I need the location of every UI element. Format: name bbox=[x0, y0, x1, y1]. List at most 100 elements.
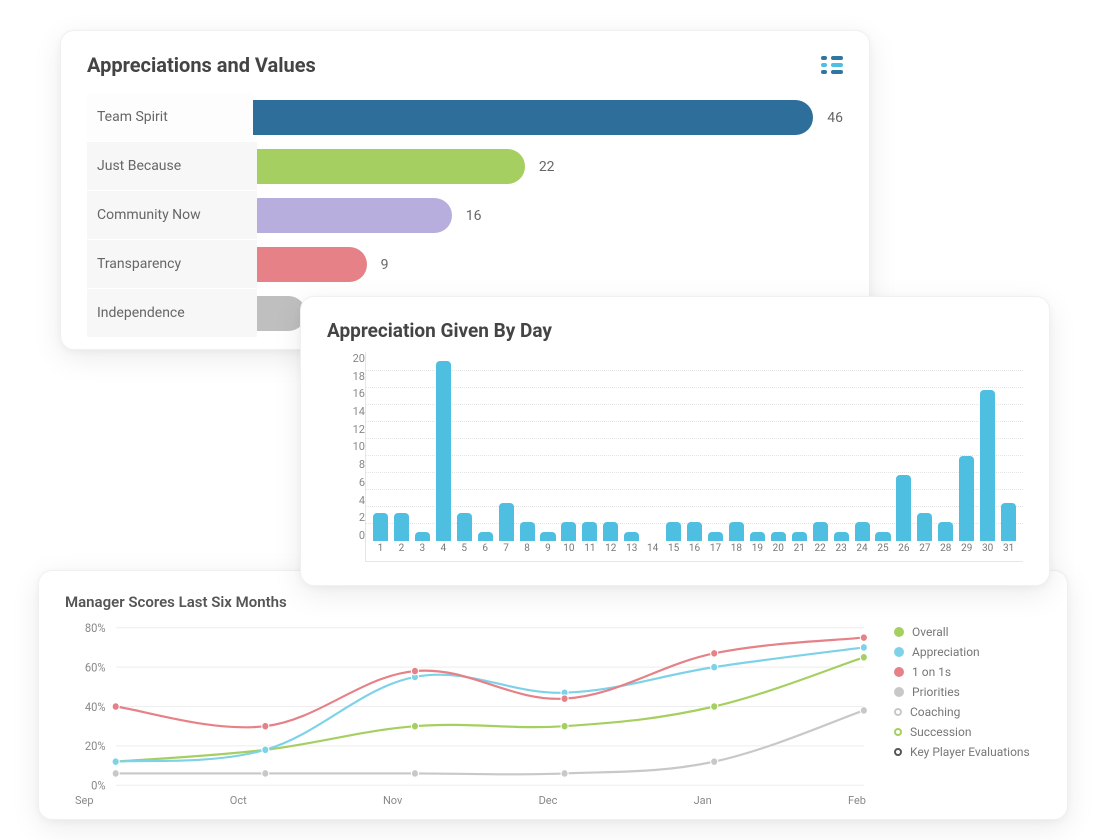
vbar-xlabel: 5 bbox=[454, 543, 475, 561]
legend-item[interactable]: Coaching bbox=[894, 705, 1041, 719]
line-xlabel: Oct bbox=[230, 794, 247, 807]
vbar-bar bbox=[875, 532, 890, 541]
vbar-xlabel: 12 bbox=[600, 543, 621, 561]
vbar-xlabel: 17 bbox=[705, 543, 726, 561]
legend-item[interactable]: Succession bbox=[894, 725, 1041, 739]
vbar-xlabel: 14 bbox=[642, 543, 663, 561]
vbar-xlabel: 18 bbox=[726, 543, 747, 561]
vbar-xlabel: 20 bbox=[768, 543, 789, 561]
line-xlabel: Sep bbox=[75, 794, 94, 807]
svg-text:0%: 0% bbox=[91, 778, 105, 793]
vbar-bar bbox=[603, 522, 618, 541]
vbar-xlabel: 29 bbox=[956, 543, 977, 561]
legend-item[interactable]: 1 on 1s bbox=[894, 665, 1041, 679]
vbar-bar bbox=[771, 532, 786, 541]
hbar-row: Community Now 16 bbox=[87, 191, 843, 240]
vbar-xlabel: 7 bbox=[496, 543, 517, 561]
hbar-row: Just Because 22 bbox=[87, 142, 843, 191]
legend-toggle-icon[interactable] bbox=[821, 56, 843, 74]
line-chart: 0%20%40%60%80% SepOctNovDecJanFeb bbox=[65, 619, 876, 811]
legend-marker-icon bbox=[894, 708, 902, 716]
vbar-xlabel: 10 bbox=[558, 543, 579, 561]
vbar-ytick: 18 bbox=[353, 370, 365, 383]
vbar-bar bbox=[520, 522, 535, 541]
vbar-xlabel: 22 bbox=[810, 543, 831, 561]
panel1-title: Appreciations and Values bbox=[87, 53, 316, 77]
vbar-bar bbox=[666, 522, 681, 541]
vbar-xlabel: 9 bbox=[538, 543, 559, 561]
line-series bbox=[116, 710, 864, 774]
hbar-label: Transparency bbox=[87, 240, 257, 289]
legend-label: Priorities bbox=[912, 685, 960, 699]
vbar-bar bbox=[582, 522, 597, 541]
vbar-bar bbox=[624, 532, 639, 541]
line-xlabel: Feb bbox=[848, 794, 866, 807]
vbar-bar bbox=[540, 532, 555, 541]
vbar-xlabel: 1 bbox=[370, 543, 391, 561]
legend-label: Succession bbox=[910, 725, 971, 739]
vbar-bar bbox=[499, 503, 514, 541]
vbar-xlabel: 24 bbox=[852, 543, 873, 561]
line-series bbox=[116, 647, 864, 761]
svg-text:40%: 40% bbox=[85, 699, 106, 714]
legend-marker-icon bbox=[894, 647, 904, 657]
vbar-bar bbox=[917, 513, 932, 541]
vbar-ytick: 10 bbox=[353, 440, 365, 453]
vbar-bar bbox=[394, 513, 409, 541]
legend-marker-icon bbox=[894, 687, 904, 697]
vbar-bar bbox=[373, 513, 388, 541]
hbar-bar bbox=[257, 149, 525, 183]
vbar-bar bbox=[938, 522, 953, 541]
vbar-ytick: 12 bbox=[353, 423, 365, 436]
vbar-xlabel: 26 bbox=[893, 543, 914, 561]
vbar-bar bbox=[457, 513, 472, 541]
vbar-ytick: 14 bbox=[353, 405, 365, 418]
hbar-label: Team Spirit bbox=[87, 93, 253, 142]
line-xlabel: Jan bbox=[694, 794, 712, 807]
svg-text:80%: 80% bbox=[85, 621, 106, 636]
legend-item[interactable]: Appreciation bbox=[894, 645, 1041, 659]
vbar-xlabel: 15 bbox=[663, 543, 684, 561]
vertical-bar-chart: 20181614121086420 1234567891011121314151… bbox=[327, 352, 1023, 562]
legend-marker-icon bbox=[894, 748, 902, 756]
hbar-value: 9 bbox=[381, 257, 389, 273]
hbar-value: 22 bbox=[539, 159, 555, 175]
panel3-title: Manager Scores Last Six Months bbox=[65, 593, 1041, 611]
legend-marker-icon bbox=[894, 728, 902, 736]
hbar-value: 46 bbox=[827, 110, 843, 126]
vbar-xlabel: 13 bbox=[621, 543, 642, 561]
hbar-value: 16 bbox=[466, 208, 482, 224]
hbar-bar bbox=[257, 296, 306, 330]
vbar-bar bbox=[478, 532, 493, 541]
vbar-xlabel: 23 bbox=[831, 543, 852, 561]
vbar-bar bbox=[750, 532, 765, 541]
vbar-bar bbox=[834, 532, 849, 541]
hbar-bar bbox=[253, 100, 813, 134]
vbar-xlabel: 2 bbox=[391, 543, 412, 561]
line-chart-legend: Overall Appreciation 1 on 1s Priorities Coac… bbox=[876, 619, 1041, 811]
vbar-bar bbox=[896, 475, 911, 541]
legend-label: 1 on 1s bbox=[912, 665, 951, 679]
vbar-bar bbox=[813, 522, 828, 541]
hbar-label: Just Because bbox=[87, 142, 257, 191]
vbar-ytick: 20 bbox=[353, 352, 365, 365]
legend-label: Overall bbox=[912, 625, 949, 639]
legend-label: Appreciation bbox=[912, 645, 980, 659]
vbar-xlabel: 31 bbox=[998, 543, 1019, 561]
line-xlabel: Dec bbox=[539, 794, 558, 807]
vbar-xlabel: 27 bbox=[914, 543, 935, 561]
legend-item[interactable]: Overall bbox=[894, 625, 1041, 639]
vbar-xlabel: 21 bbox=[789, 543, 810, 561]
svg-text:20%: 20% bbox=[85, 739, 106, 754]
vbar-bar bbox=[980, 390, 995, 541]
line-xlabel: Nov bbox=[383, 794, 402, 807]
legend-item[interactable]: Priorities bbox=[894, 685, 1041, 699]
vbar-bar bbox=[1001, 503, 1016, 541]
hbar-label: Community Now bbox=[87, 191, 257, 240]
legend-marker-icon bbox=[894, 667, 904, 677]
vbar-xlabel: 16 bbox=[684, 543, 705, 561]
vbar-xlabel: 3 bbox=[412, 543, 433, 561]
legend-item[interactable]: Key Player Evaluations bbox=[894, 745, 1041, 759]
vbar-bar bbox=[415, 532, 430, 541]
legend-marker-icon bbox=[894, 627, 904, 637]
